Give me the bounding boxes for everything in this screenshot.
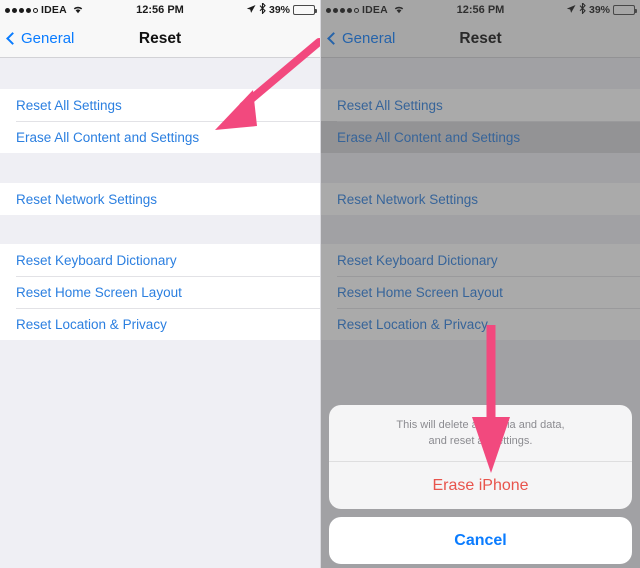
- section-2: Reset Network Settings: [321, 183, 640, 215]
- status-bar-right: 39%: [566, 1, 637, 17]
- section-gap: [321, 215, 640, 244]
- section-gap: [0, 215, 320, 244]
- row-label: Reset Home Screen Layout: [16, 284, 182, 300]
- two-panel-screenshot: IDEA 12:56 PM 39% General Reset Reset Al…: [0, 0, 640, 568]
- status-bar: IDEA 12:56 PM 39%: [321, 0, 640, 20]
- reset-settings-table: Reset All Settings Erase All Content and…: [0, 58, 320, 568]
- bluetooth-icon: [259, 1, 266, 17]
- section-1: Reset All Settings Erase All Content and…: [321, 89, 640, 153]
- cancel-button[interactable]: Cancel: [329, 517, 632, 564]
- status-bar-right: 39%: [246, 1, 317, 17]
- row-erase-all-content-and-settings[interactable]: Erase All Content and Settings: [0, 121, 320, 153]
- signal-strength-icon: [326, 7, 359, 13]
- action-sheet-panel: This will delete all media and data, and…: [329, 405, 632, 509]
- carrier-label: IDEA: [41, 4, 67, 16]
- row-label: Reset Home Screen Layout: [337, 284, 503, 300]
- row-reset-keyboard-dictionary[interactable]: Reset Keyboard Dictionary: [321, 244, 640, 276]
- row-label: Reset Keyboard Dictionary: [337, 252, 498, 268]
- phone-screen-reset-list: IDEA 12:56 PM 39% General Reset Reset Al…: [0, 0, 320, 568]
- section-3: Reset Keyboard Dictionary Reset Home Scr…: [321, 244, 640, 340]
- row-reset-all-settings[interactable]: Reset All Settings: [0, 89, 320, 121]
- row-label: Reset Location & Privacy: [337, 316, 488, 332]
- chevron-left-icon: [327, 32, 340, 45]
- section-1: Reset All Settings Erase All Content and…: [0, 89, 320, 153]
- battery-icon: [613, 5, 637, 15]
- section-gap: [0, 58, 320, 89]
- navigation-bar: General Reset: [321, 20, 640, 58]
- location-arrow-icon: [246, 4, 256, 17]
- section-gap: [0, 153, 320, 183]
- signal-strength-icon: [5, 7, 38, 13]
- row-reset-keyboard-dictionary[interactable]: Reset Keyboard Dictionary: [0, 244, 320, 276]
- row-erase-all-content-and-settings[interactable]: Erase All Content and Settings: [321, 121, 640, 153]
- bluetooth-icon: [579, 1, 586, 17]
- row-reset-home-screen-layout[interactable]: Reset Home Screen Layout: [321, 276, 640, 308]
- action-sheet: This will delete all media and data, and…: [321, 405, 640, 564]
- section-gap: [321, 153, 640, 183]
- section-gap: [321, 58, 640, 89]
- row-reset-home-screen-layout[interactable]: Reset Home Screen Layout: [0, 276, 320, 308]
- status-bar-left: IDEA: [326, 4, 405, 17]
- row-label: Reset Network Settings: [337, 191, 479, 207]
- back-button-label: General: [21, 30, 75, 47]
- action-sheet-message-line-1: This will delete all media and data,: [396, 419, 565, 432]
- row-label: Reset All Settings: [16, 97, 122, 113]
- cancel-label: Cancel: [454, 531, 507, 549]
- row-label: Reset Location & Privacy: [16, 316, 167, 332]
- action-sheet-message: This will delete all media and data, and…: [329, 405, 632, 462]
- back-button-label: General: [342, 30, 396, 47]
- battery-icon: [293, 5, 317, 15]
- row-reset-network-settings[interactable]: Reset Network Settings: [321, 183, 640, 215]
- carrier-label: IDEA: [362, 4, 388, 16]
- row-label: Reset Network Settings: [16, 191, 158, 207]
- wifi-icon: [393, 4, 405, 17]
- row-reset-all-settings[interactable]: Reset All Settings: [321, 89, 640, 121]
- phone-screen-erase-confirmation: IDEA 12:56 PM 39% General Reset Reset Al…: [320, 0, 640, 568]
- row-reset-location-and-privacy[interactable]: Reset Location & Privacy: [321, 308, 640, 340]
- row-label: Reset Keyboard Dictionary: [16, 252, 177, 268]
- battery-percent-label: 39%: [268, 4, 290, 16]
- table-empty-area: [0, 340, 320, 568]
- action-sheet-message-line-2: and reset all settings.: [428, 435, 533, 448]
- row-reset-network-settings[interactable]: Reset Network Settings: [0, 183, 320, 215]
- back-button-general[interactable]: General: [6, 30, 75, 47]
- row-reset-location-and-privacy[interactable]: Reset Location & Privacy: [0, 308, 320, 340]
- erase-iphone-label: Erase iPhone: [432, 476, 529, 494]
- row-label: Erase All Content and Settings: [337, 129, 521, 145]
- section-2: Reset Network Settings: [0, 183, 320, 215]
- status-bar-left: IDEA: [5, 4, 84, 17]
- row-label: Erase All Content and Settings: [16, 129, 200, 145]
- chevron-left-icon: [6, 32, 19, 45]
- row-label: Reset All Settings: [337, 97, 443, 113]
- status-bar: IDEA 12:56 PM 39%: [0, 0, 320, 20]
- battery-percent-label: 39%: [588, 4, 610, 16]
- navigation-bar: General Reset: [0, 20, 320, 58]
- section-3: Reset Keyboard Dictionary Reset Home Scr…: [0, 244, 320, 340]
- location-arrow-icon: [566, 4, 576, 17]
- back-button-general[interactable]: General: [327, 30, 396, 47]
- wifi-icon: [72, 4, 84, 17]
- erase-iphone-button[interactable]: Erase iPhone: [329, 462, 632, 509]
